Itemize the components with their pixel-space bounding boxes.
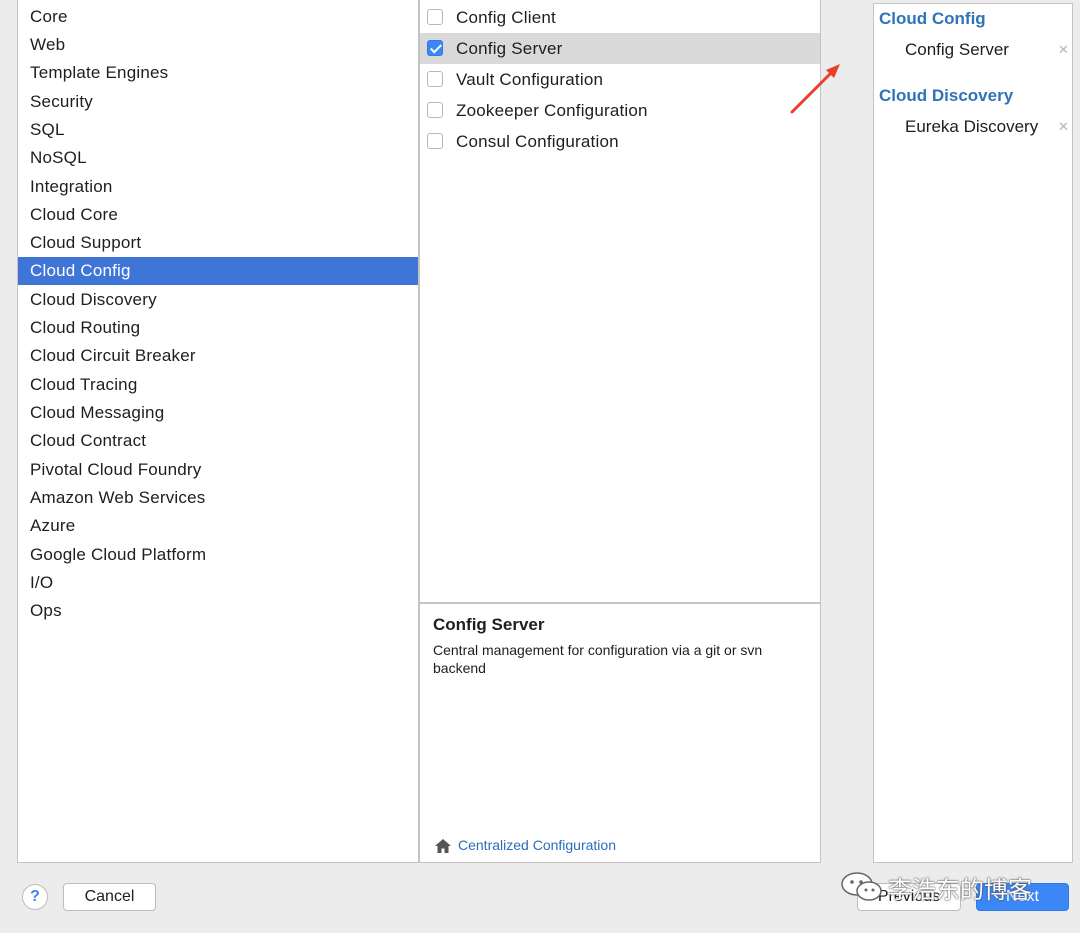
dependency-label: Zookeeper Configuration <box>456 101 648 120</box>
category-item-integration[interactable]: Integration <box>18 173 418 201</box>
category-item-cloud-tracing[interactable]: Cloud Tracing <box>18 371 418 399</box>
category-item-web[interactable]: Web <box>18 31 418 59</box>
category-label: Cloud Core <box>30 205 118 224</box>
selected-group-title: Cloud Discovery <box>879 86 1014 105</box>
category-label: Cloud Support <box>30 233 142 252</box>
category-item-sql[interactable]: SQL <box>18 116 418 144</box>
category-item-io[interactable]: I/O <box>18 569 418 597</box>
category-label: Cloud Contract <box>30 431 147 450</box>
dependency-description: Config Server Central management for con… <box>419 603 821 863</box>
dependency-item-config-client[interactable]: Config Client <box>420 2 820 33</box>
category-label: Cloud Discovery <box>30 290 157 309</box>
wechat-icon <box>841 872 882 901</box>
dependency-checkbox[interactable] <box>427 71 443 87</box>
category-item-google-cloud-platform[interactable]: Google Cloud Platform <box>18 541 418 569</box>
dependency-label: Config Server <box>456 39 563 58</box>
category-item-cloud-circuit-breaker[interactable]: Cloud Circuit Breaker <box>18 342 418 370</box>
selected-dependencies: Cloud Config Config Server ✕ Cloud Disco… <box>873 3 1073 863</box>
dependency-label: Vault Configuration <box>456 70 604 89</box>
category-label: Template Engines <box>30 63 169 82</box>
category-label: I/O <box>30 573 54 592</box>
category-item-cloud-messaging[interactable]: Cloud Messaging <box>18 399 418 427</box>
category-label: Amazon Web Services <box>30 488 206 507</box>
category-item-cloud-discovery[interactable]: Cloud Discovery <box>18 286 418 314</box>
dependency-checkbox[interactable] <box>427 133 443 149</box>
description-title: Config Server <box>433 615 545 634</box>
help-button[interactable]: ? <box>22 884 48 910</box>
category-item-cloud-support[interactable]: Cloud Support <box>18 229 418 257</box>
category-item-cloud-contract[interactable]: Cloud Contract <box>18 427 418 455</box>
watermark: 李浩东的博客 <box>840 866 1055 910</box>
category-item-amazon-web-services[interactable]: Amazon Web Services <box>18 484 418 512</box>
dependency-label: Config Client <box>456 8 556 27</box>
close-icon[interactable]: ✕ <box>1058 42 1069 58</box>
category-label: NoSQL <box>30 148 87 167</box>
selected-item-eureka-discovery: Eureka Discovery <box>905 117 1039 136</box>
category-item-nosql[interactable]: NoSQL <box>18 144 418 172</box>
dependency-checkbox[interactable] <box>427 9 443 25</box>
reference-link[interactable]: Centralized Configuration <box>458 837 616 853</box>
category-label: Azure <box>30 516 76 535</box>
watermark-text: 李浩东的博客 <box>888 877 1032 904</box>
dependency-list: Config Client Config Server Vault Config… <box>419 0 821 603</box>
dependency-item-config-server[interactable]: Config Server <box>420 33 820 64</box>
category-item-template-engines[interactable]: Template Engines <box>18 59 418 87</box>
dependency-item-consul-configuration[interactable]: Consul Configuration <box>420 126 820 157</box>
dependency-item-zookeeper-configuration[interactable]: Zookeeper Configuration <box>420 95 820 126</box>
category-item-pivotal-cloud-foundry[interactable]: Pivotal Cloud Foundry <box>18 456 418 484</box>
category-list: Core Web Template Engines Security SQL N… <box>17 0 419 863</box>
cancel-button[interactable]: Cancel <box>63 883 156 911</box>
category-label: Cloud Config <box>30 261 131 280</box>
category-label: Web <box>30 35 66 54</box>
category-label: Cloud Messaging <box>30 403 165 422</box>
dependency-checkbox[interactable] <box>427 102 443 118</box>
category-label: SQL <box>30 120 65 139</box>
category-item-cloud-core[interactable]: Cloud Core <box>18 201 418 229</box>
category-item-ops[interactable]: Ops <box>18 597 418 625</box>
category-label: Cloud Circuit Breaker <box>30 346 196 365</box>
description-text: Central management for configuration via… <box>433 642 763 676</box>
category-item-cloud-config[interactable]: Cloud Config <box>18 257 418 285</box>
annotation-arrow-icon <box>790 64 840 114</box>
category-label: Pivotal Cloud Foundry <box>30 460 202 479</box>
category-label: Google Cloud Platform <box>30 545 207 564</box>
category-label: Cloud Tracing <box>30 375 138 394</box>
selected-item-config-server: Config Server <box>905 40 1009 59</box>
category-item-core[interactable]: Core <box>18 3 418 31</box>
category-item-security[interactable]: Security <box>18 88 418 116</box>
dependency-checkbox[interactable] <box>427 40 443 56</box>
dependency-label: Consul Configuration <box>456 132 619 151</box>
dependency-item-vault-configuration[interactable]: Vault Configuration <box>420 64 820 95</box>
category-label: Core <box>30 7 68 26</box>
home-icon <box>435 839 451 853</box>
category-label: Integration <box>30 177 113 196</box>
selected-group-title: Cloud Config <box>879 9 986 28</box>
category-item-cloud-routing[interactable]: Cloud Routing <box>18 314 418 342</box>
close-icon[interactable]: ✕ <box>1058 119 1069 135</box>
category-label: Security <box>30 92 94 111</box>
category-label: Cloud Routing <box>30 318 141 337</box>
category-item-azure[interactable]: Azure <box>18 512 418 540</box>
category-label: Ops <box>30 601 62 620</box>
